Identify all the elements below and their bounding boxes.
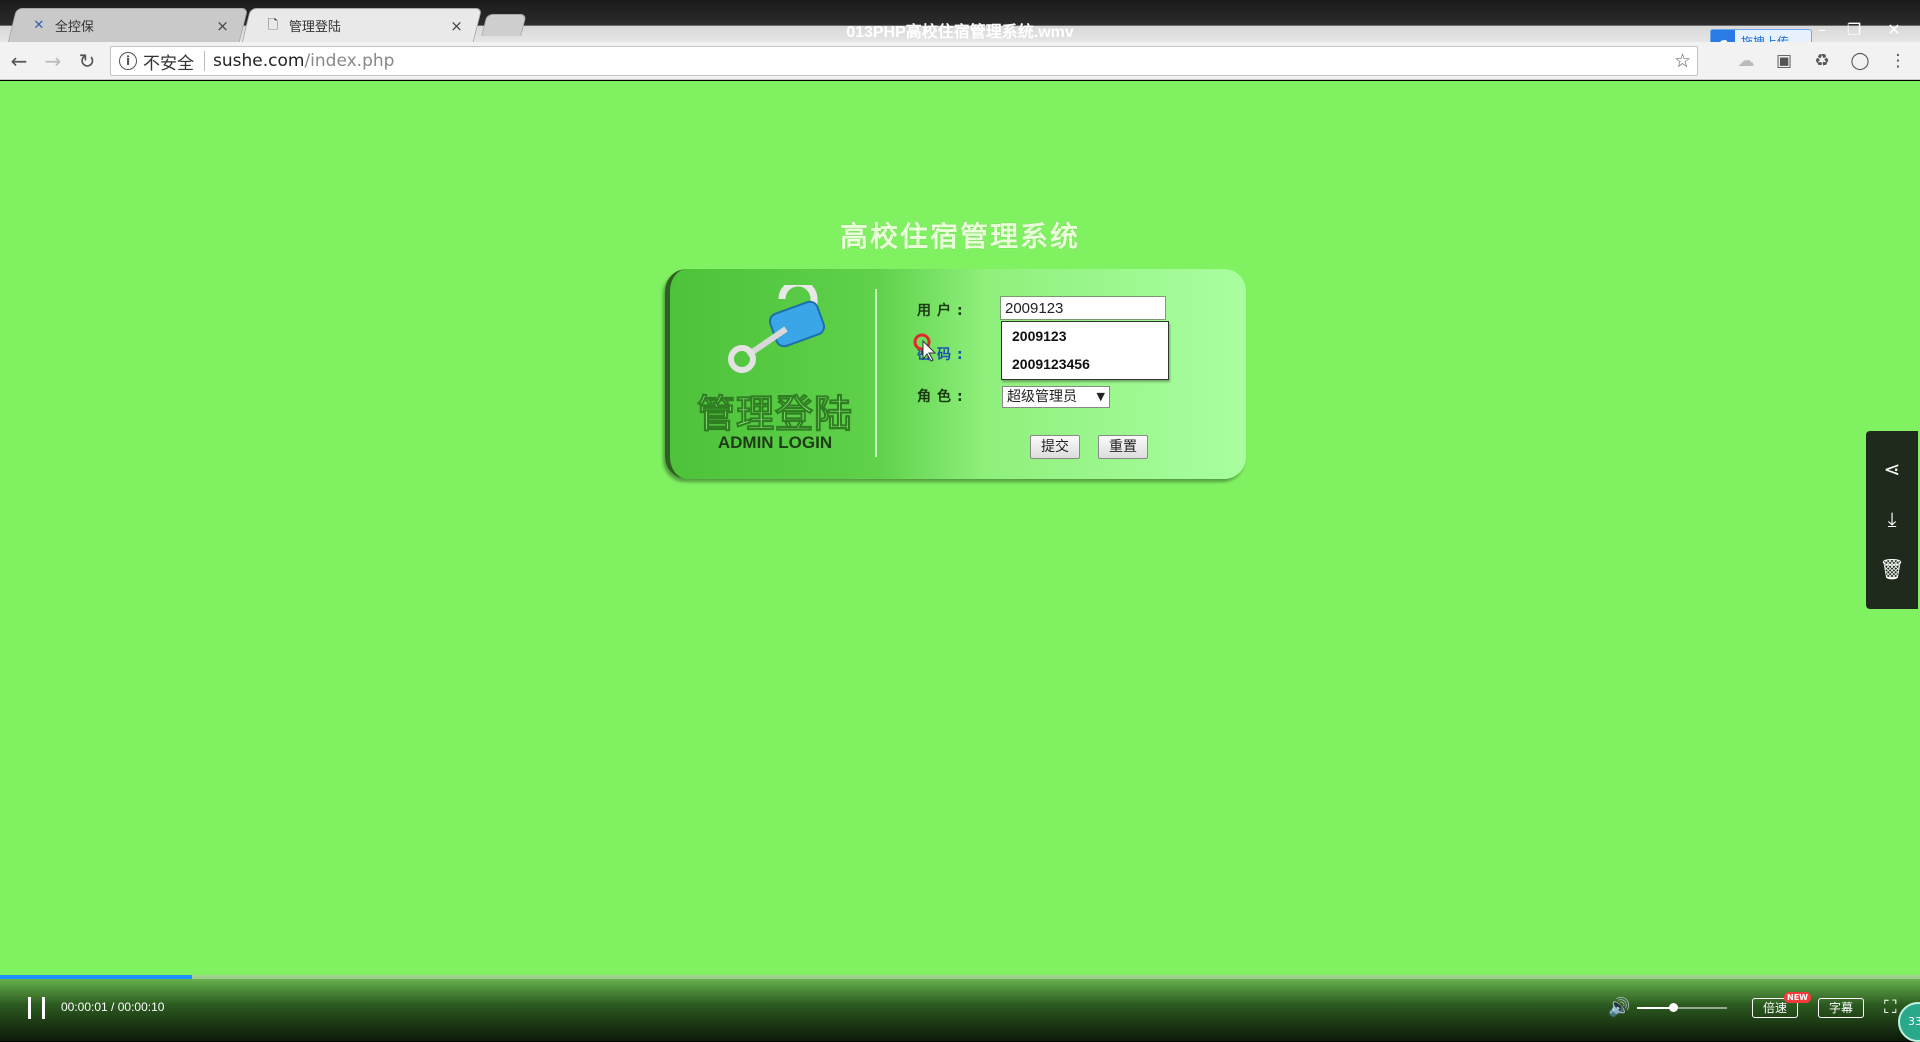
divider [204,51,205,71]
autocomplete-option[interactable]: 2009123456 [1002,350,1168,378]
address-bar[interactable]: i 不安全 sushe.com /index.php ☆ [110,46,1698,76]
panel-divider [875,289,877,457]
bookmark-star-icon[interactable]: ☆ [1674,50,1691,72]
admin-login-title: 管理登陆 [696,392,853,437]
restore-icon[interactable]: ❐ [1842,20,1866,39]
extension-cloud-icon[interactable]: ☁ [1736,51,1756,71]
volume-knob[interactable] [1669,1003,1678,1012]
extension-camera-icon[interactable]: ▣ [1774,51,1794,71]
progress-fill [0,975,192,979]
submit-button[interactable]: 提交 [1030,435,1080,459]
video-title: 013PHP高校住宿管理系统.wmv [846,24,1074,41]
reload-icon[interactable]: ↻ [74,48,100,74]
autocomplete-option[interactable]: 2009123 [1002,322,1168,350]
url-path: /index.php [304,51,395,71]
progress-bar[interactable] [0,975,1920,979]
admin-login-banner: 管理登陆 ADMIN LOGIN [670,269,875,479]
forward-arrow-icon[interactable]: → [40,48,66,74]
fullscreen-icon[interactable]: ⛶ [1884,997,1897,1018]
page-content: 高校住宿管理系统 管理登陆 ADMIN LOGIN 用户: 2009123 20… [0,81,1920,975]
time-separator: / [107,1000,118,1014]
page-title: 高校住宿管理系统 [839,220,1080,253]
extension-circle-icon[interactable]: ◯ [1850,51,1870,71]
username-input[interactable] [1000,296,1166,320]
time-current: 00:00:01 [61,1000,108,1014]
subtitle-button[interactable]: 字幕 [1818,998,1864,1018]
pause-button[interactable] [26,997,48,1019]
volume-fill [1637,1007,1673,1009]
close-window-icon[interactable]: ✕ [1882,20,1906,39]
role-label: 角色: [917,389,969,405]
volume-slider[interactable] [1637,1003,1727,1012]
volume-icon[interactable]: 🔊 [1608,997,1630,1018]
minimize-icon[interactable]: – [1810,20,1834,39]
new-badge: NEW [1784,992,1811,1003]
lock-key-icon [728,285,826,373]
menu-dots-icon[interactable]: ⋮ [1888,51,1908,71]
browser-toolbar: ← → ↻ i 不安全 sushe.com /index.php ☆ ☁ ▣ ♻… [0,42,1920,80]
role-select[interactable]: 超级管理员 ▼ [1002,386,1110,408]
share-icon[interactable]: ⋖ [1866,451,1918,487]
mouse-cursor-icon [913,333,937,362]
side-toolbar: ⋖ ⤓ 🗑 [1866,431,1918,609]
back-arrow-icon[interactable]: ← [6,48,32,74]
autocomplete-list: 2009123 2009123456 [1001,321,1169,380]
download-icon[interactable]: ⤓ [1866,501,1918,537]
extension-recycle-icon[interactable]: ♻ [1812,51,1832,71]
time-display: 00:00:01 / 00:00:10 [61,1000,164,1014]
player-controls: 00:00:01 / 00:00:10 🔊 倍速 NEW 字幕 ⛶ [0,975,1920,1041]
reset-button[interactable]: 重置 [1098,435,1148,459]
info-icon[interactable]: i [119,52,137,70]
delete-icon[interactable]: 🗑 [1866,551,1918,587]
dropdown-arrow-icon: ▼ [1096,390,1105,403]
role-value: 超级管理员 [1007,389,1077,405]
login-panel: 管理登陆 ADMIN LOGIN 用户: 2009123 2009123456 … [665,269,1246,479]
user-label: 用户: [917,303,969,319]
url-host: sushe.com [213,51,305,71]
time-total: 00:00:10 [117,1000,165,1014]
security-label: 不安全 [143,53,194,74]
admin-login-subtitle: ADMIN LOGIN [717,433,833,452]
